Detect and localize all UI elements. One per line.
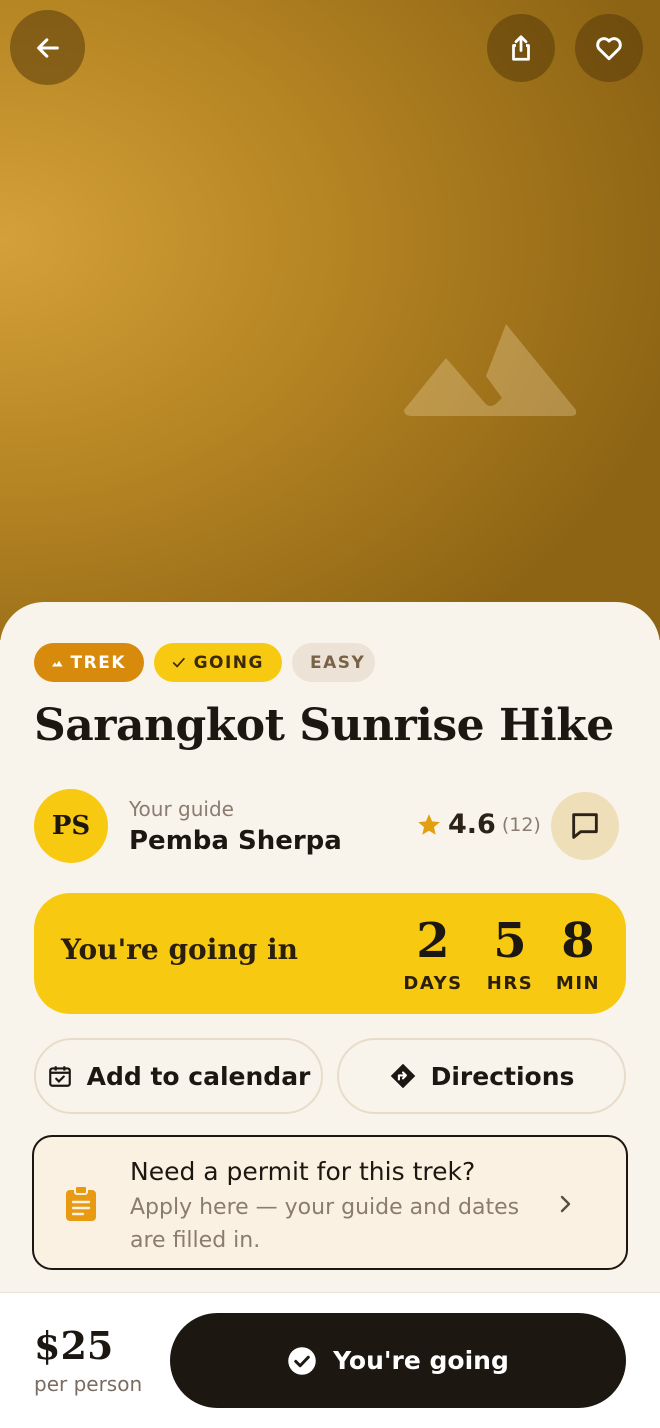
- countdown-card: You're going in 2 DAYS 5 HRS 8 MIN: [34, 893, 626, 1014]
- check-circle-icon: [288, 1346, 316, 1375]
- mountain-icon: [52, 660, 63, 667]
- countdown-days-label: DAYS: [403, 973, 463, 994]
- chevron-right-icon: [560, 1195, 571, 1213]
- guide-label: Your guide: [129, 797, 234, 821]
- guide-avatar[interactable]: PS: [34, 789, 108, 863]
- mountain-icon: [404, 324, 576, 416]
- tag-label: EASY: [310, 652, 366, 673]
- tag-list: TREK GOING EASY: [34, 643, 375, 682]
- permit-subtitle: Apply here — your guide and dates are fi…: [130, 1195, 520, 1253]
- tag-label: GOING: [193, 652, 264, 673]
- countdown-minutes-label: MIN: [555, 973, 601, 994]
- guide-name[interactable]: Pemba Sherpa: [129, 826, 342, 856]
- countdown-minutes-value: 8: [561, 913, 595, 969]
- check-icon: [172, 657, 185, 668]
- message-guide-button[interactable]: [551, 792, 619, 860]
- tag-label: TREK: [70, 652, 126, 673]
- directions-icon: [390, 1063, 415, 1089]
- tag-going: GOING: [154, 643, 282, 682]
- rating-value: 4.6: [448, 809, 496, 840]
- guide-rating: 4.6 (12): [416, 809, 541, 840]
- countdown-hours-value: 5: [493, 913, 527, 969]
- countdown-days: 2 DAYS: [398, 911, 468, 994]
- favorite-button[interactable]: [575, 14, 643, 82]
- price-unit: per person: [34, 1372, 143, 1396]
- directions-button[interactable]: Directions: [337, 1038, 626, 1114]
- back-button[interactable]: [10, 10, 85, 85]
- youre-going-button[interactable]: You're going: [170, 1313, 626, 1408]
- heart-icon: [596, 37, 622, 61]
- calendar-check-icon: [48, 1066, 71, 1087]
- chat-bubble-icon: [572, 813, 598, 839]
- countdown-hours: 5 HRS: [475, 911, 545, 994]
- star-icon: [418, 813, 440, 835]
- arrow-left-icon: [36, 37, 59, 58]
- youre-going-label: You're going: [333, 1346, 509, 1375]
- rating-count: (12): [501, 813, 541, 836]
- add-to-calendar-button[interactable]: Add to calendar: [34, 1038, 323, 1114]
- share-icon: [512, 35, 530, 61]
- hero-image: [0, 0, 660, 640]
- price: $25: [34, 1323, 114, 1368]
- countdown-label: You're going in: [61, 933, 299, 966]
- add-to-calendar-label: Add to calendar: [86, 1061, 311, 1091]
- directions-label: Directions: [430, 1061, 575, 1091]
- permit-title: Need a permit for this trek?: [130, 1157, 476, 1186]
- tag-easy: EASY: [292, 643, 375, 682]
- trek-title: Sarangkot Sunrise Hike: [34, 700, 614, 751]
- countdown-hours-label: HRS: [486, 973, 534, 994]
- clipboard-icon: [66, 1186, 96, 1221]
- tag-trek: TREK: [34, 643, 144, 682]
- countdown-days-value: 2: [416, 913, 450, 969]
- permit-card[interactable]: Need a permit for this trek? Apply here …: [32, 1135, 628, 1270]
- countdown-minutes: 8 MIN: [543, 911, 613, 994]
- share-button[interactable]: [487, 14, 555, 82]
